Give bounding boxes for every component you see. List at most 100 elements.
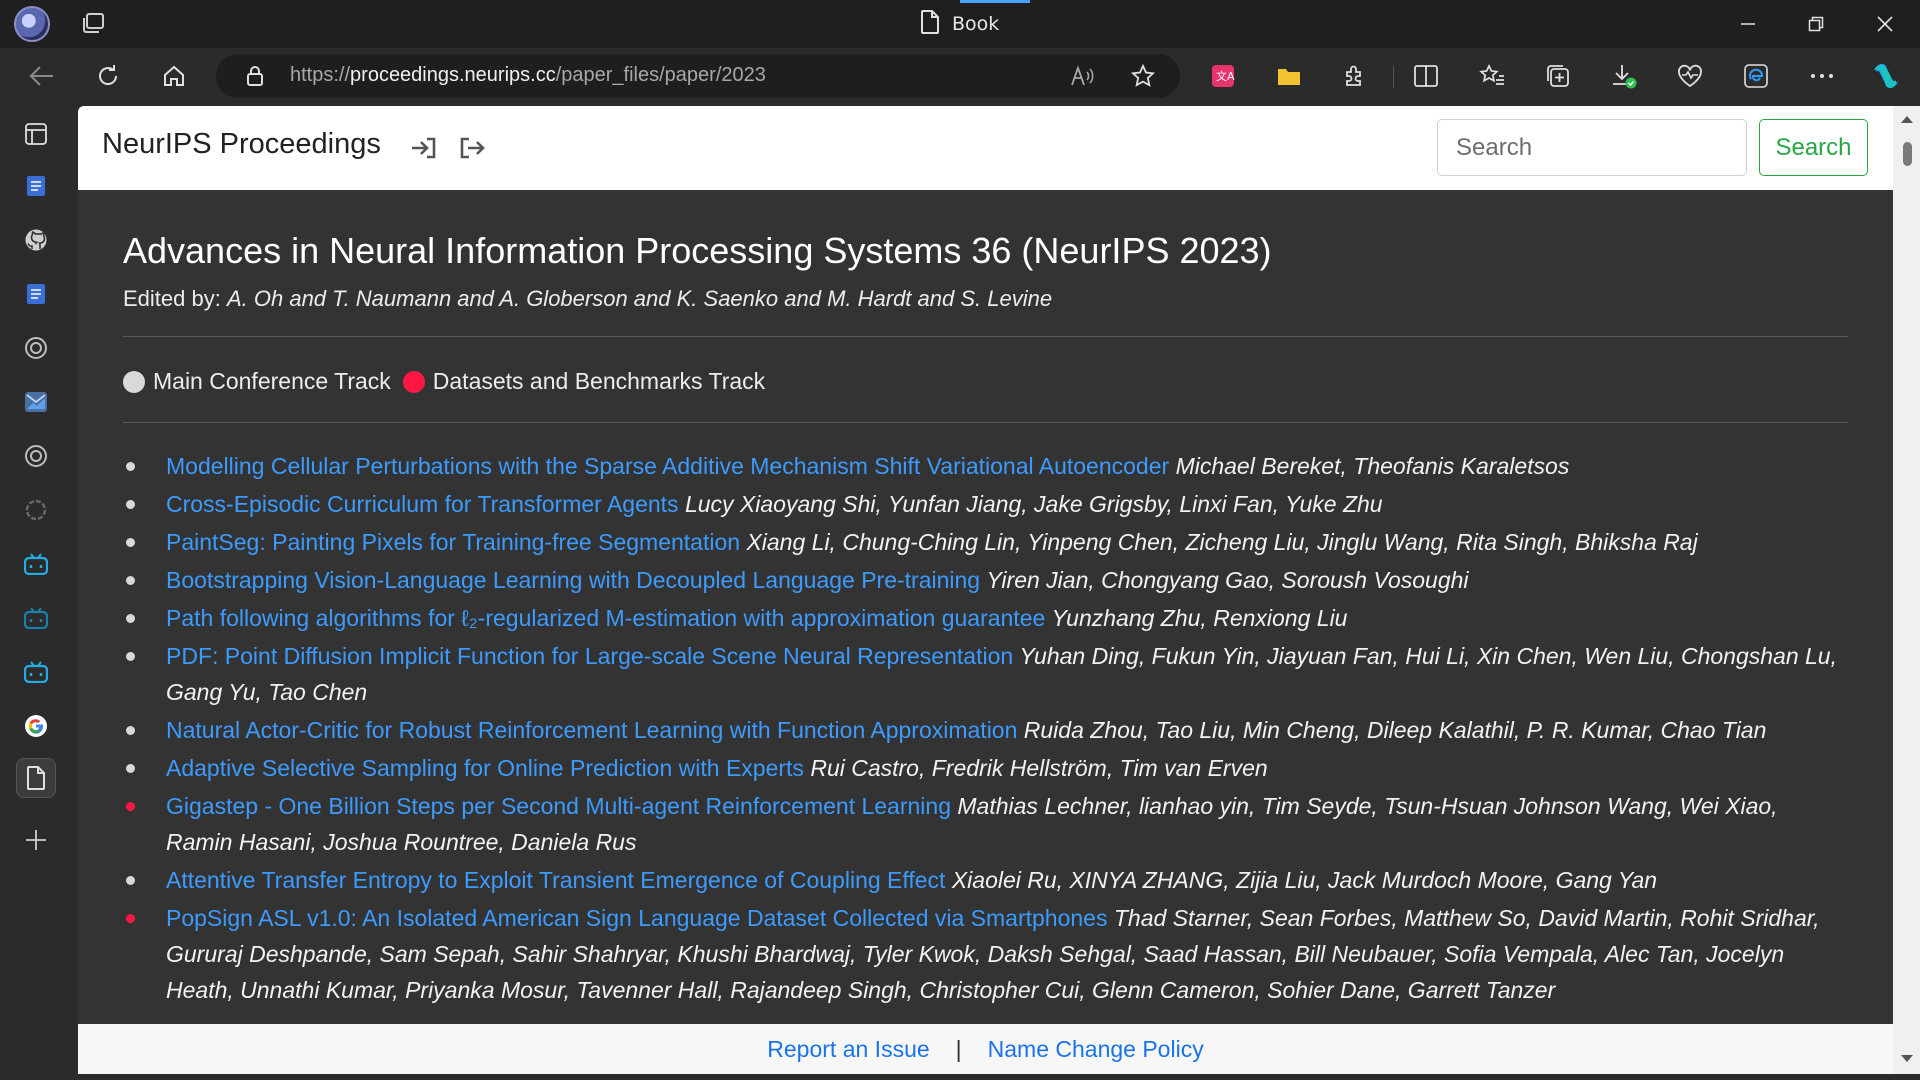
favorite-star-icon[interactable] <box>1128 61 1158 91</box>
name-change-policy-link[interactable]: Name Change Policy <box>988 1036 1204 1063</box>
search-input[interactable] <box>1437 119 1747 176</box>
main-track-bullet <box>126 764 135 773</box>
datasets-track-label: Datasets and Benchmarks Track <box>432 368 766 394</box>
github-tab-icon[interactable] <box>16 220 56 260</box>
url-text[interactable]: https://proceedings.neurips.cc/paper_fil… <box>290 64 766 87</box>
active-tab[interactable]: Book <box>920 0 1030 48</box>
main-track-bullet <box>126 876 135 885</box>
paper-authors: Michael Bereket, Theofanis Karaletsos <box>1175 453 1570 479</box>
book-tab-icon[interactable] <box>16 758 56 798</box>
performance-heart-icon[interactable] <box>1670 56 1710 96</box>
datasets-track-dot <box>402 370 425 393</box>
outlook-tab-icon[interactable] <box>16 382 56 422</box>
paper-authors: Xiaolei Ru, XINYA ZHANG, Zijia Liu, Jack… <box>951 867 1658 893</box>
home-button[interactable] <box>154 56 194 96</box>
tab-title: Book <box>952 13 1000 35</box>
restore-button[interactable] <box>1783 0 1849 48</box>
site-brand[interactable]: NeurIPS Proceedings <box>102 128 381 161</box>
list-item: PopSign ASL v1.0: An Isolated American S… <box>123 900 1848 1008</box>
site-navbar: NeurIPS Proceedings Search <box>78 106 1893 190</box>
paper-title-link[interactable]: Bootstrapping Vision-Language Learning w… <box>166 567 980 593</box>
paper-title-link[interactable]: Attentive Transfer Entropy to Exploit Tr… <box>166 867 945 893</box>
copilot-icon[interactable] <box>1866 56 1906 96</box>
title-bar: Book <box>0 0 1920 48</box>
active-tab-indicator <box>960 0 1030 3</box>
paper-title-link[interactable]: PDF: Point Diffusion Implicit Function f… <box>166 643 1013 669</box>
vertical-tabs-icon[interactable] <box>16 114 56 154</box>
paper-title-link[interactable]: Cross-Episodic Curriculum for Transforme… <box>166 491 679 517</box>
paper-title-link[interactable]: Adaptive Selective Sampling for Online P… <box>166 755 804 781</box>
list-item: Path following algorithms for ℓ₂-regular… <box>123 600 1848 636</box>
toolbar-divider <box>1393 66 1394 88</box>
chatgpt-tab-icon[interactable] <box>16 328 56 368</box>
collections-icon[interactable] <box>1538 56 1578 96</box>
browser-toolbar: https://proceedings.neurips.cc/paper_fil… <box>0 48 1920 104</box>
page-footer: Report an Issue | Name Change Policy <box>78 1024 1893 1074</box>
paper-title-link[interactable]: Modelling Cellular Perturbations with th… <box>166 453 1169 479</box>
web-content: NeurIPS Proceedings Search Advances in N… <box>78 106 1893 1074</box>
login-icon[interactable] <box>410 134 438 162</box>
google-tab-icon[interactable] <box>16 706 56 746</box>
logout-icon[interactable] <box>458 134 486 162</box>
paper-title-link[interactable]: PopSign ASL v1.0: An Isolated American S… <box>166 905 1107 931</box>
list-item: Gigastep - One Billion Steps per Second … <box>123 788 1848 860</box>
main-track-label: Main Conference Track <box>153 368 391 394</box>
search-button[interactable]: Search <box>1759 119 1868 176</box>
paper-authors: Yiren Jian, Chongyang Gao, Soroush Vosou… <box>986 567 1469 593</box>
edge-browser-essentials-icon[interactable] <box>1736 56 1776 96</box>
report-issue-link[interactable]: Report an Issue <box>767 1036 929 1063</box>
bilibili-tab-icon-3[interactable] <box>16 652 56 692</box>
favorites-icon[interactable] <box>1472 56 1512 96</box>
list-item: PaintSeg: Painting Pixels for Training-f… <box>123 524 1848 560</box>
folder-extension-icon[interactable] <box>1269 56 1309 96</box>
translate-extension-icon[interactable]: 文A <box>1203 56 1243 96</box>
main-track-dot <box>123 370 145 393</box>
new-tab-plus-icon[interactable] <box>16 820 56 860</box>
paper-title-link[interactable]: Gigastep - One Billion Steps per Second … <box>166 793 951 819</box>
page-title: Advances in Neural Information Processin… <box>123 230 1272 271</box>
profile-avatar[interactable] <box>14 6 50 42</box>
main-track-bullet <box>126 726 135 735</box>
paper-title-link[interactable]: Natural Actor-Critic for Robust Reinforc… <box>166 717 1017 743</box>
refresh-button[interactable] <box>88 56 128 96</box>
scroll-up-arrow[interactable] <box>1901 116 1913 123</box>
more-menu-icon[interactable] <box>1802 56 1842 96</box>
list-item: Adaptive Selective Sampling for Online P… <box>123 750 1848 786</box>
docs-tab-icon-2[interactable] <box>16 274 56 314</box>
docs-tab-icon[interactable] <box>16 166 56 206</box>
paper-title-link[interactable]: Path following algorithms for ℓ₂-regular… <box>166 605 1045 631</box>
scroll-thumb[interactable] <box>1903 142 1912 166</box>
openai-tab-icon[interactable] <box>16 490 56 530</box>
paper-authors: Xiang Li, Chung-Ching Lin, Yinpeng Chen,… <box>746 529 1698 555</box>
lock-icon[interactable] <box>240 61 270 91</box>
read-aloud-icon[interactable] <box>1067 61 1097 91</box>
split-screen-icon[interactable] <box>1406 56 1446 96</box>
page-scrollbar[interactable] <box>1893 106 1920 1074</box>
list-item: Natural Actor-Critic for Robust Reinforc… <box>123 712 1848 748</box>
extensions-puzzle-icon[interactable] <box>1335 56 1375 96</box>
tab-actions-icon[interactable] <box>80 12 106 36</box>
paper-authors: Ruida Zhou, Tao Liu, Min Cheng, Dileep K… <box>1023 717 1767 743</box>
bilibili-tab-icon-2[interactable] <box>16 598 56 638</box>
close-window-button[interactable] <box>1852 0 1918 48</box>
divider-2 <box>123 422 1848 423</box>
chatgpt-tab-icon-2[interactable] <box>16 436 56 476</box>
track-legend: Main Conference Track Datasets and Bench… <box>123 368 765 395</box>
address-bar[interactable]: https://proceedings.neurips.cc/paper_fil… <box>216 54 1180 98</box>
bilibili-tab-icon[interactable] <box>16 544 56 584</box>
scroll-down-arrow[interactable] <box>1901 1055 1913 1062</box>
divider <box>123 336 1848 337</box>
main-track-bullet <box>126 462 135 471</box>
downloads-icon[interactable] <box>1604 56 1644 96</box>
paper-title-link[interactable]: PaintSeg: Painting Pixels for Training-f… <box>166 529 740 555</box>
main-track-bullet <box>126 538 135 547</box>
minimize-button[interactable] <box>1715 0 1781 48</box>
document-icon <box>920 10 940 38</box>
paper-authors: Rui Castro, Fredrik Hellström, Tim van E… <box>810 755 1268 781</box>
paper-authors: Yunzhang Zhu, Renxiong Liu <box>1051 605 1348 631</box>
main-track-bullet <box>126 576 135 585</box>
datasets-track-bullet <box>126 802 135 811</box>
back-button[interactable] <box>22 56 62 96</box>
svg-text:文A: 文A <box>1216 69 1235 83</box>
list-item: Attentive Transfer Entropy to Exploit Tr… <box>123 862 1848 898</box>
